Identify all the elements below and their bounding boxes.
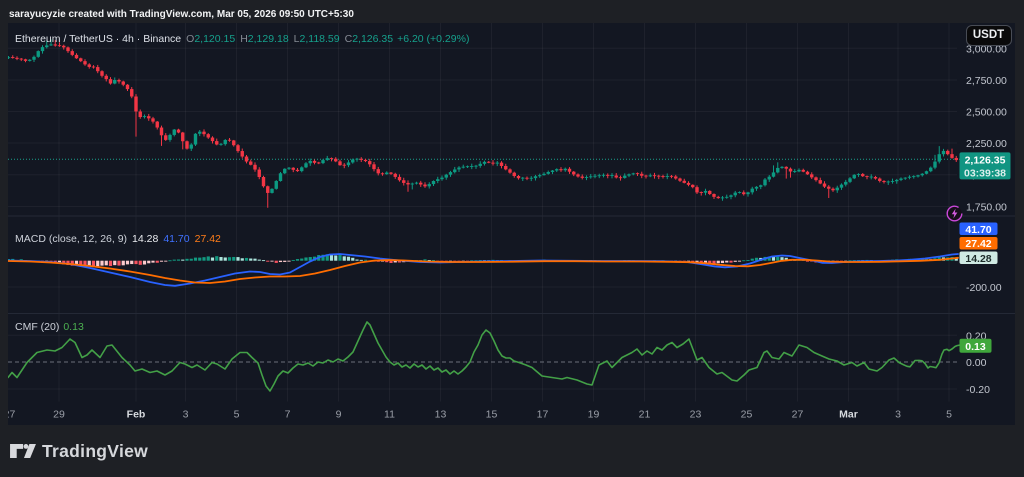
svg-text:0.00: 0.00 bbox=[966, 357, 987, 369]
svg-text:9: 9 bbox=[336, 409, 342, 421]
svg-text:2,250.00: 2,250.00 bbox=[966, 138, 1007, 150]
svg-text:17: 17 bbox=[537, 409, 549, 421]
svg-text:11: 11 bbox=[384, 409, 395, 421]
svg-text:5: 5 bbox=[234, 409, 240, 421]
svg-text:23: 23 bbox=[690, 409, 702, 421]
svg-text:5: 5 bbox=[946, 409, 952, 421]
svg-text:-200.00: -200.00 bbox=[966, 282, 1002, 294]
svg-text:14.28: 14.28 bbox=[965, 253, 991, 265]
svg-text:27: 27 bbox=[8, 409, 15, 421]
svg-text:7: 7 bbox=[285, 409, 291, 421]
svg-text:15: 15 bbox=[486, 409, 498, 421]
svg-text:27: 27 bbox=[792, 409, 804, 421]
svg-text:3: 3 bbox=[895, 409, 901, 421]
svg-text:25: 25 bbox=[741, 409, 753, 421]
svg-text:29: 29 bbox=[53, 409, 65, 421]
svg-text:03:39:38: 03:39:38 bbox=[964, 167, 1006, 179]
svg-text:-0.20: -0.20 bbox=[966, 384, 990, 396]
svg-text:0.13: 0.13 bbox=[965, 341, 986, 353]
svg-text:2,750.00: 2,750.00 bbox=[966, 75, 1007, 87]
svg-text:2,500.00: 2,500.00 bbox=[966, 107, 1007, 119]
svg-text:19: 19 bbox=[588, 409, 600, 421]
svg-text:Mar: Mar bbox=[839, 409, 858, 421]
svg-text:3: 3 bbox=[183, 409, 189, 421]
svg-text:1,750.00: 1,750.00 bbox=[966, 202, 1007, 214]
svg-text:41.70: 41.70 bbox=[965, 224, 991, 236]
svg-text:Feb: Feb bbox=[127, 409, 146, 421]
svg-text:21: 21 bbox=[639, 409, 651, 421]
svg-text:13: 13 bbox=[435, 409, 447, 421]
svg-text:27.42: 27.42 bbox=[965, 238, 991, 250]
svg-text:2,126.35: 2,126.35 bbox=[965, 154, 1006, 166]
